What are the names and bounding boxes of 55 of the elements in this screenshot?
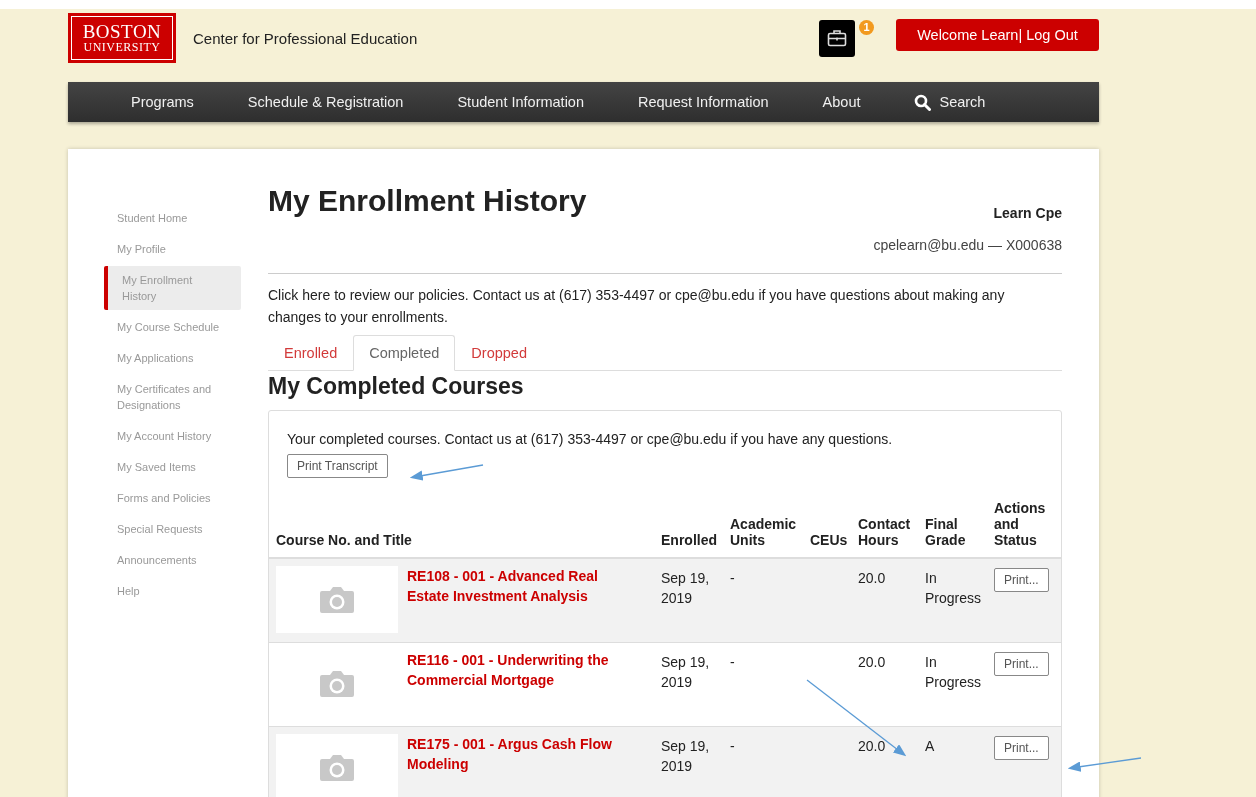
notification-badge: 1 [859,19,874,35]
table-cell: Sep 19, 2019 [661,654,710,690]
user-name: Learn Cpe [993,205,1062,221]
table-cell: Sep 19, 2019 [661,570,710,606]
tab[interactable]: Dropped [455,335,543,371]
nav-link[interactable]: Programs [131,94,194,110]
nav-link[interactable]: Request Information [638,94,769,110]
sidebar-item[interactable]: My Applications [104,344,241,372]
courses-intro: Your completed courses. Contact us at (617) 353-4497 or cpe@bu.edu if you have any questions. [287,431,894,447]
sidebar-item[interactable]: My Profile [104,235,241,263]
table-cell: - [730,570,735,586]
university-logo[interactable]: BOSTON UNIVERSITY [68,13,176,63]
nav-link[interactable]: Student Information [457,94,584,110]
course-link[interactable]: RE116 - 001 - Underwriting the Commercial Mortgage [407,650,622,717]
sidebar-item[interactable]: Student Home [104,204,241,232]
user-contact: cpelearn@bu.edu — X000638 [873,237,1062,253]
print-transcript-button[interactable]: Print Transcript [287,454,388,478]
table-cell: 20.0 [858,738,886,754]
table-cell: - [730,654,735,670]
table-cell: - [730,738,735,754]
site-title: Center for Professional Education [193,29,418,47]
briefcase-button[interactable] [819,19,855,57]
sidebar-item[interactable]: My Certificates and Designations [104,375,241,419]
search-link[interactable]: Search [914,93,986,111]
tab[interactable]: Completed [353,335,456,371]
table-cell: 20.0 [858,654,886,670]
briefcase-icon [827,29,847,47]
section-title: My Completed Courses [268,373,525,400]
table-cell: In Progress [925,654,982,690]
sidebar-item[interactable]: My Account History [104,422,241,450]
nav-link[interactable]: Schedule & Registration [247,94,404,110]
sidebar-item[interactable]: Announcements [104,546,241,574]
camera-icon [319,668,355,699]
sidebar-item[interactable]: Special Requests [104,515,241,543]
nav-link[interactable]: About [822,94,861,110]
camera-icon [319,752,355,783]
table-cell: In Progress [925,570,982,606]
print-button[interactable]: Print... [994,568,1049,592]
policy-notice: Click here to review our policies. Contact us at (617) 353-4497 or cpe@bu.edu if you have questions about making any changes to your enrollments. [268,286,1006,327]
tab[interactable]: Enrolled [268,335,354,371]
sidebar-item[interactable]: Help [104,577,241,605]
sidebar-item[interactable]: My Course Schedule [104,313,241,341]
sidebar-item[interactable]: My Saved Items [104,453,241,481]
course-link[interactable]: RE108 - 001 - Advanced Real Estate Investment Analysis [407,566,622,633]
table-cell: A [925,738,935,754]
account-button[interactable]: Welcome Learn| Log Out [896,19,1099,51]
camera-icon [319,584,355,615]
search-icon [914,93,932,111]
table-cell: 20.0 [858,570,886,586]
print-button[interactable]: Print... [994,652,1049,676]
course-link[interactable]: RE175 - 001 - Argus Cash Flow Modeling [407,734,622,797]
page-title: My Enrollment History [268,184,587,219]
table-cell: Sep 19, 2019 [661,738,710,774]
print-button[interactable]: Print... [994,736,1049,760]
sidebar-item[interactable]: Forms and Policies [104,484,241,512]
